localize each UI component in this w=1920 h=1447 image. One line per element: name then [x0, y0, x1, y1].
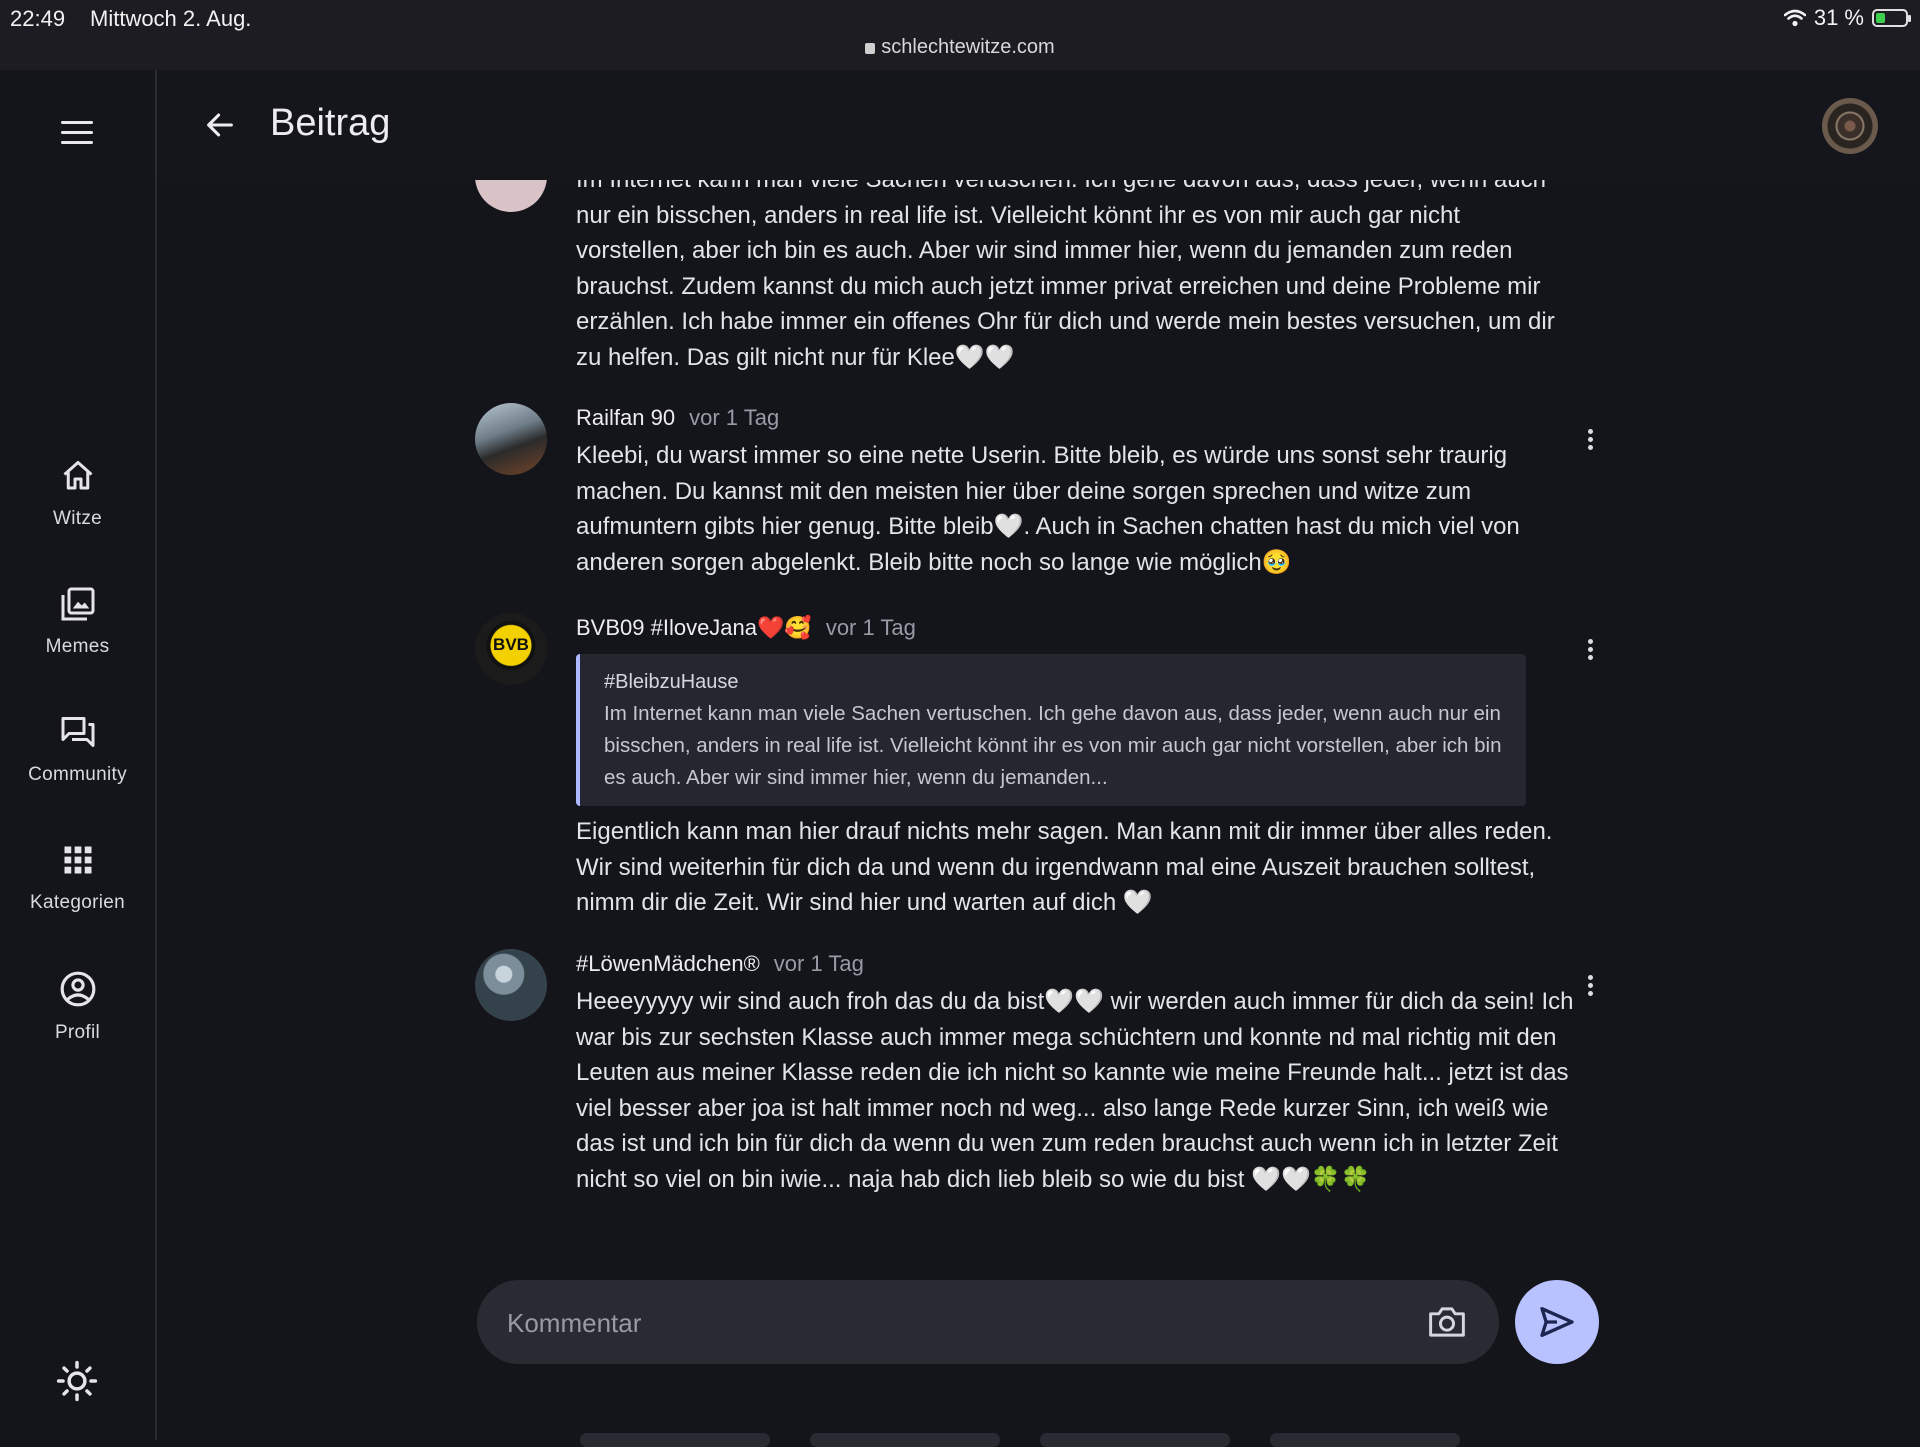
- comment-text: Im Internet kann man viele Sachen vertus…: [576, 180, 1555, 371]
- comment-header: #LöwenMädchen® vor 1 Tag: [576, 948, 1576, 980]
- image-gallery-icon: [61, 587, 94, 621]
- app-header: Beitrag: [157, 70, 1920, 180]
- sidebar-item-label: Memes: [45, 636, 110, 657]
- url-text: schlechtewitze.com: [881, 36, 1055, 58]
- quote-text: Im Internet kann man viele Sachen vertus…: [604, 702, 1502, 789]
- arrow-back-icon: [207, 113, 233, 137]
- comment-time: vor 1 Tag: [773, 951, 864, 976]
- more-options-icon[interactable]: [1576, 972, 1604, 1000]
- status-time: 22:49: [10, 6, 66, 31]
- sidebar-item-label: Kategorien: [30, 892, 125, 913]
- account-icon: [60, 971, 95, 1007]
- comment-input[interactable]: [505, 1280, 1389, 1366]
- back-button[interactable]: [203, 108, 237, 147]
- home-icon: [63, 461, 92, 490]
- comment-time: vor 1 Tag: [689, 405, 780, 430]
- comment-item: #LöwenMädchen® vor 1 Tag Heeeyyyyy wir si…: [576, 948, 1576, 1197]
- status-bar: 22:49 Mittwoch 2. Aug. schlechtewitze.co…: [0, 0, 1920, 70]
- camera-icon: [1429, 1307, 1465, 1337]
- quote-title: #BleibzuHause: [604, 671, 739, 693]
- comment-item: BVB09 #IloveJana❤️🥰 vor 1 Tag #BleibzuHau…: [576, 612, 1576, 921]
- sidebar-item-label: Profil: [54, 1022, 101, 1043]
- sidebar-item-label: Community: [28, 764, 127, 785]
- comment-author[interactable]: Railfan 90: [576, 405, 675, 430]
- status-date: Mittwoch 2. Aug.: [90, 6, 252, 31]
- more-options-icon[interactable]: [1576, 636, 1604, 664]
- avatar[interactable]: [475, 949, 547, 1021]
- theme-toggle-button[interactable]: [56, 1360, 98, 1407]
- battery-percent: 31 %: [1813, 5, 1864, 30]
- page-title: Beitrag: [270, 102, 391, 144]
- grid-icon: [64, 846, 91, 874]
- sidebar-item-memes[interactable]: Memes: [0, 586, 155, 658]
- chat-icon: [61, 717, 94, 747]
- comment-partial: Im Internet kann man viele Sachen vertus…: [576, 180, 1576, 375]
- avatar-logo-text: BVB: [493, 635, 529, 654]
- camera-button[interactable]: [1427, 1304, 1467, 1345]
- sidebar-item-profil[interactable]: Profil: [0, 970, 155, 1044]
- sidebar-item-witze[interactable]: Witze: [0, 458, 155, 530]
- sidebar-item-community[interactable]: Community: [0, 714, 155, 786]
- comment-author[interactable]: BVB09 #IloveJana❤️🥰: [576, 615, 812, 640]
- lock-icon: [865, 43, 876, 54]
- status-indicators: 31 %: [1783, 5, 1911, 31]
- wifi-icon: [1783, 9, 1806, 27]
- comment-text: Heeeyyyyy wir sind auch froh das du da b…: [576, 988, 1574, 1193]
- quoted-post[interactable]: #BleibzuHause Im Internet kann man viele…: [576, 654, 1526, 806]
- comment-list: Im Internet kann man viele Sachen vertus…: [157, 180, 1920, 1260]
- comment-author[interactable]: #LöwenMädchen®: [576, 951, 760, 976]
- avatar[interactable]: [475, 403, 547, 475]
- bottom-scroll-hint: [580, 1433, 1460, 1447]
- comment-header: Railfan 90 vor 1 Tag: [576, 402, 1576, 434]
- avatar[interactable]: BVB: [475, 613, 547, 685]
- comment-text: Eigentlich kann man hier drauf nichts me…: [576, 818, 1553, 916]
- send-icon: [1540, 1307, 1574, 1337]
- send-button[interactable]: [1515, 1280, 1599, 1364]
- sidebar-item-label: Witze: [53, 508, 102, 529]
- hamburger-menu-icon[interactable]: [59, 117, 97, 149]
- comment-input-bar: [477, 1280, 1499, 1366]
- battery-icon: [1872, 9, 1911, 27]
- comment-item: Railfan 90 vor 1 Tag Kleebi, du warst imm…: [576, 402, 1576, 580]
- comment-text: Kleebi, du warst immer so eine nette Use…: [576, 442, 1520, 576]
- comment-header: BVB09 #IloveJana❤️🥰 vor 1 Tag: [576, 612, 1576, 644]
- sidebar: Witze Memes Community Kategorien Profil: [0, 70, 157, 1440]
- sun-icon: [56, 1360, 98, 1402]
- avatar[interactable]: [475, 180, 547, 212]
- comment-time: vor 1 Tag: [825, 615, 916, 640]
- more-options-icon[interactable]: [1576, 426, 1604, 454]
- url-bar[interactable]: schlechtewitze.com: [0, 36, 1920, 59]
- sidebar-item-kategorien[interactable]: Kategorien: [0, 842, 155, 914]
- user-avatar[interactable]: [1822, 98, 1878, 154]
